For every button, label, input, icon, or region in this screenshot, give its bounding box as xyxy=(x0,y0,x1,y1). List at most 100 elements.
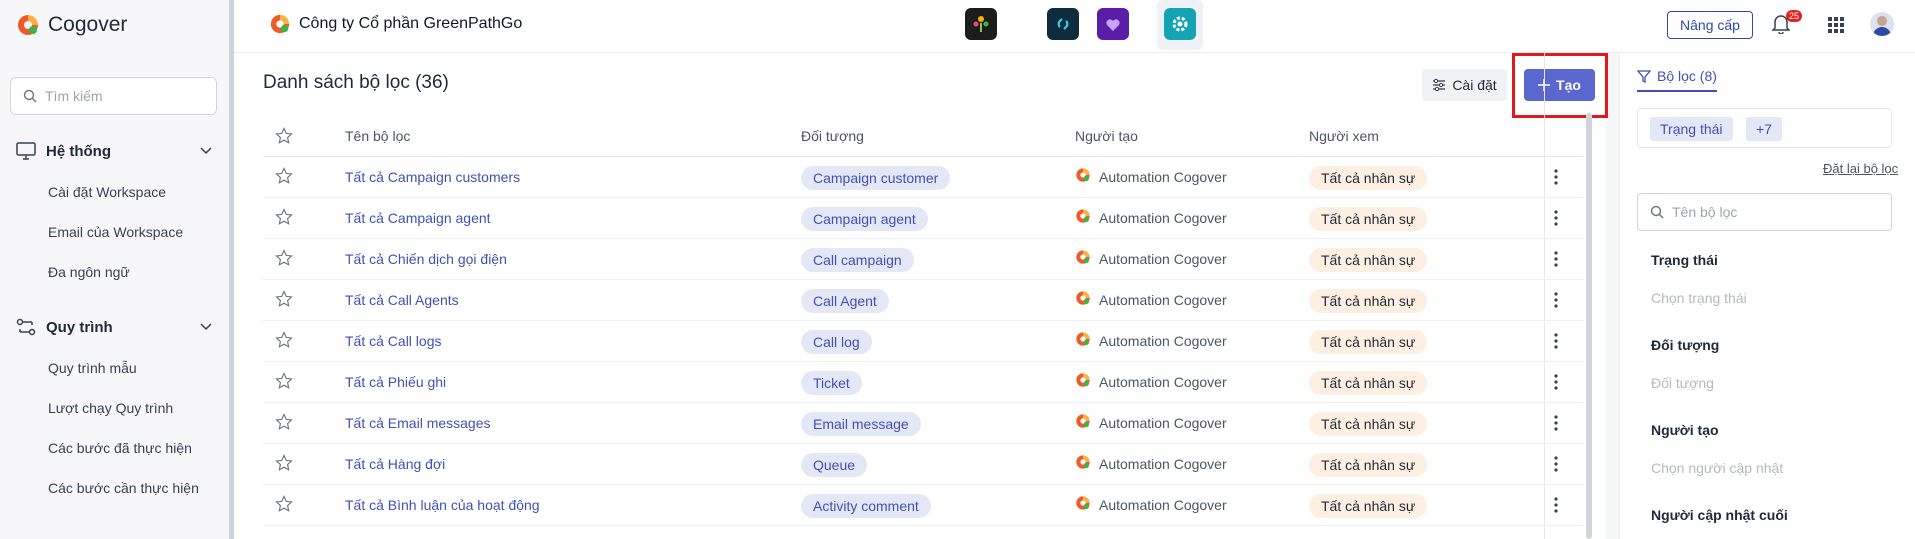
filter-name-link[interactable]: Tất cả Email messages xyxy=(345,415,491,431)
star-icon[interactable] xyxy=(275,495,293,518)
filter-name-link[interactable]: Tất cả Call Agents xyxy=(345,292,459,308)
creator-logo-icon xyxy=(1075,331,1091,350)
creator-cell: Automation Cogover xyxy=(1075,290,1227,309)
object-tag: Queue xyxy=(801,453,868,477)
tree-app-icon[interactable] xyxy=(965,8,997,40)
heart-app-icon[interactable] xyxy=(1097,8,1129,40)
table-row[interactable]: Tất cả Hàng đợi Queue Automation Cogover Tấ… xyxy=(263,444,1583,485)
active-filters-box[interactable]: Trạng thái +7 xyxy=(1637,108,1892,148)
creator-name: Automation Cogover xyxy=(1099,250,1227,267)
creator-select[interactable]: Chọn người cập nhật xyxy=(1651,460,1783,476)
table-row[interactable]: Tất cả Campaign agent Campaign agent Autom… xyxy=(263,198,1583,239)
filter-name-link[interactable]: Tất cả Hàng đợi xyxy=(345,456,445,472)
settings-button[interactable]: Cài đặt xyxy=(1422,69,1507,101)
more-options-icon[interactable] xyxy=(1554,292,1558,313)
more-options-icon[interactable] xyxy=(1554,456,1558,477)
filter-name-link[interactable]: Tất cả Campaign agent xyxy=(345,210,491,226)
workflow-icon xyxy=(16,318,36,336)
table-row[interactable]: Tất cả Phiếu ghi Ticket Automation Cogover… xyxy=(263,362,1583,403)
star-icon[interactable] xyxy=(275,167,293,190)
company-switcher[interactable]: Công ty Cổ phần GreenPathGo xyxy=(269,13,522,35)
object-tag: Email message xyxy=(801,412,921,436)
tab-filters[interactable]: Bộ lọc (8) xyxy=(1637,68,1717,92)
creator-cell: Automation Cogover xyxy=(1075,208,1227,227)
sidebar-item-workflow-runs[interactable]: Lượt chạy Quy trình xyxy=(48,400,173,416)
star-icon[interactable] xyxy=(275,372,293,395)
creator-logo-icon xyxy=(1075,208,1091,227)
filter-name-link[interactable]: Tất cả Phiếu ghi xyxy=(345,374,446,390)
sidebar-section-system[interactable]: Hệ thống xyxy=(16,142,212,160)
viewer-tag: Tất cả nhân sự xyxy=(1309,166,1428,190)
viewer-tag: Tất cả nhân sự xyxy=(1309,289,1428,313)
settings-app-icon[interactable] xyxy=(1164,8,1196,40)
filter-name-search[interactable] xyxy=(1637,193,1892,231)
creator-cell: Automation Cogover xyxy=(1075,372,1227,391)
filter-name-link[interactable]: Tất cả Call logs xyxy=(345,333,441,349)
object-tag: Campaign agent xyxy=(801,207,928,231)
viewer-tag: Tất cả nhân sự xyxy=(1309,494,1428,518)
sidebar-section-workflow[interactable]: Quy trình xyxy=(16,318,212,336)
column-header-object[interactable]: Đối tượng xyxy=(801,128,864,144)
field-label-last-updater: Người cập nhật cuối xyxy=(1651,507,1788,523)
creator-name: Automation Cogover xyxy=(1099,291,1227,308)
brand-logo[interactable]: Cogover xyxy=(16,13,127,37)
sidebar-item-workspace-email[interactable]: Email của Workspace xyxy=(48,224,183,240)
more-options-icon[interactable] xyxy=(1554,415,1558,436)
creator-logo-icon xyxy=(1075,454,1091,473)
filter-name-link[interactable]: Tất cả Chiến dịch gọi điện xyxy=(345,251,507,267)
more-options-icon[interactable] xyxy=(1554,333,1558,354)
filter-name-link[interactable]: Tất cả Campaign customers xyxy=(345,169,520,185)
field-label-object: Đối tượng xyxy=(1651,337,1720,353)
sidebar-item-workflow-templates[interactable]: Quy trình mẫu xyxy=(48,360,137,376)
star-icon[interactable] xyxy=(275,454,293,477)
table-header: Tên bộ lọc Đối tượng Người tạo Người xem xyxy=(263,116,1583,157)
reset-filters-link[interactable]: Đặt lại bộ lọc xyxy=(1823,161,1898,176)
star-icon[interactable] xyxy=(275,331,293,354)
object-select[interactable]: Đối tượng xyxy=(1651,375,1714,391)
filter-name-link[interactable]: Tất cả Bình luận của hoạt động xyxy=(345,497,540,513)
more-options-icon[interactable] xyxy=(1554,210,1558,231)
status-select[interactable]: Chọn trạng thái xyxy=(1651,290,1747,306)
filter-chip-more[interactable]: +7 xyxy=(1746,117,1782,141)
column-header-name[interactable]: Tên bộ lọc xyxy=(345,128,410,144)
app-grid-icon[interactable] xyxy=(1828,17,1844,33)
star-icon[interactable] xyxy=(275,249,293,272)
more-options-icon[interactable] xyxy=(1554,169,1558,190)
link-app-icon[interactable] xyxy=(1047,8,1079,40)
table-row[interactable]: Tất cả Chiến dịch gọi điện Call campaign A… xyxy=(263,239,1583,280)
more-options-icon[interactable] xyxy=(1554,374,1558,395)
user-avatar[interactable] xyxy=(1870,12,1894,36)
sidebar-item-languages[interactable]: Đa ngôn ngữ xyxy=(48,264,130,280)
search-icon xyxy=(1650,205,1664,219)
star-icon[interactable] xyxy=(275,127,293,145)
table-row[interactable]: Tất cả Campaign customers Campaign custom… xyxy=(263,157,1583,198)
notification-badge: 25 xyxy=(1786,10,1803,22)
sidebar-item-steps-done[interactable]: Các bước đã thực hiện xyxy=(48,440,192,456)
filter-chip-status[interactable]: Trạng thái xyxy=(1650,117,1733,141)
table-row[interactable]: Tất cả Call logs Call log Automation Cogov… xyxy=(263,321,1583,362)
column-header-viewer[interactable]: Người xem xyxy=(1309,128,1379,144)
brand-name: Cogover xyxy=(48,13,128,36)
sidebar-search-input[interactable] xyxy=(45,88,205,104)
more-options-icon[interactable] xyxy=(1554,251,1558,272)
filter-name-input[interactable] xyxy=(1672,204,1872,220)
table-row[interactable]: Tất cả Bình luận của hoạt động Activity c… xyxy=(263,485,1583,526)
sidebar-item-workspace-settings[interactable]: Cài đặt Workspace xyxy=(48,184,166,200)
table-row[interactable]: Tất cả Email messages Email message Automa… xyxy=(263,403,1583,444)
sidebar-search[interactable] xyxy=(10,77,217,115)
creator-cell: Automation Cogover xyxy=(1075,167,1227,186)
table-row[interactable]: Tất cả Call Agents Call Agent Automation C… xyxy=(263,280,1583,321)
sidebar-item-steps-todo[interactable]: Các bước cần thực hiện xyxy=(48,480,199,496)
cogover-logo-icon xyxy=(18,15,38,35)
column-header-creator[interactable]: Người tạo xyxy=(1075,128,1138,144)
more-options-icon[interactable] xyxy=(1554,497,1558,518)
creator-cell: Automation Cogover xyxy=(1075,249,1227,268)
upgrade-button[interactable]: Nâng cấp xyxy=(1667,11,1753,39)
creator-name: Automation Cogover xyxy=(1099,455,1227,472)
creator-logo-icon xyxy=(1075,495,1091,514)
object-tag: Campaign customer xyxy=(801,166,951,190)
chevron-down-icon xyxy=(200,323,212,331)
star-icon[interactable] xyxy=(275,413,293,436)
star-icon[interactable] xyxy=(275,290,293,313)
star-icon[interactable] xyxy=(275,208,293,231)
